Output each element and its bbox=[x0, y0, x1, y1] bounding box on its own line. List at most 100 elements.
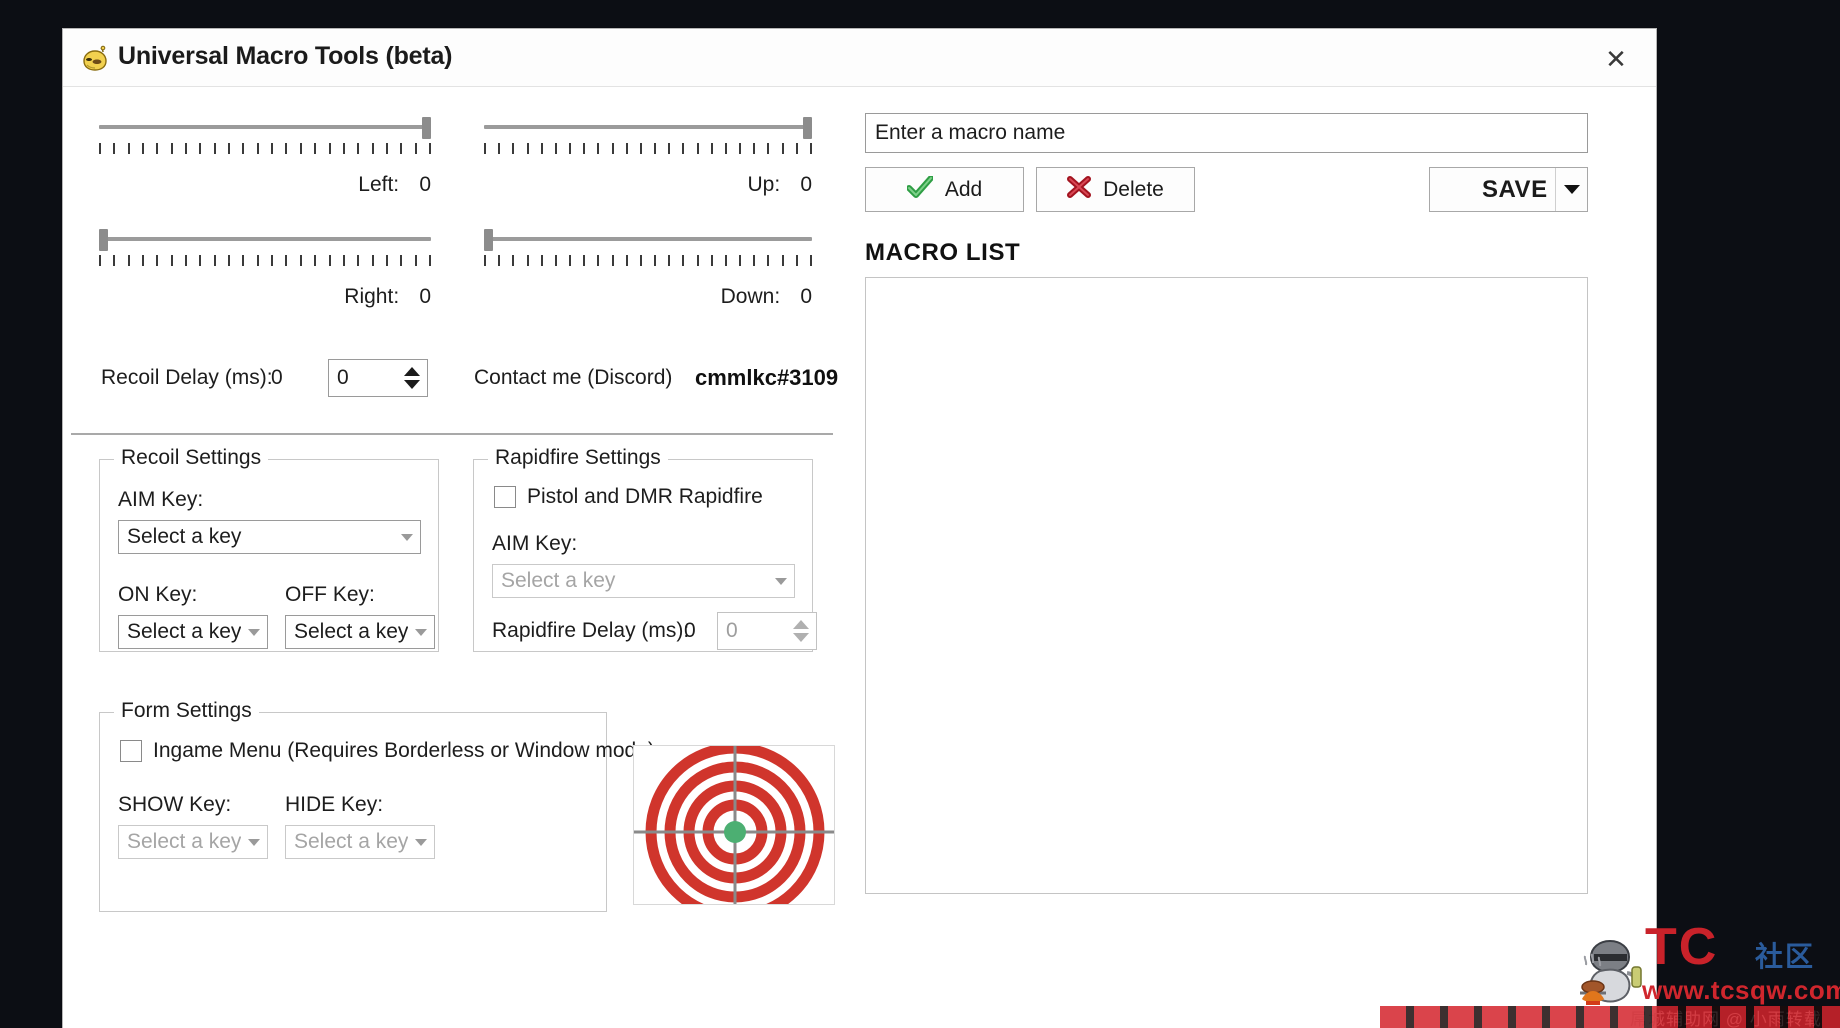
hide-key-value: Select a key bbox=[294, 830, 408, 853]
slider-up-track[interactable] bbox=[484, 125, 812, 129]
title-bar: Universal Macro Tools (beta) ✕ bbox=[63, 29, 1656, 87]
slider-left-label: Left: bbox=[358, 173, 400, 196]
chevron-down-icon[interactable] bbox=[768, 577, 794, 585]
checkbox-box[interactable] bbox=[494, 486, 516, 508]
recoil-aim-key-label: AIM Key: bbox=[118, 488, 204, 511]
close-icon[interactable]: ✕ bbox=[1586, 37, 1646, 81]
slider-down-value: 0 bbox=[800, 285, 812, 308]
rapidfire-delay-stepper[interactable]: 0 bbox=[717, 612, 817, 650]
show-key-select[interactable]: Select a key bbox=[118, 825, 268, 859]
recoil-delay-stepper[interactable]: 0 bbox=[328, 359, 428, 397]
pistol-dmr-rapidfire-label: Pistol and DMR Rapidfire bbox=[527, 485, 763, 508]
recoil-on-key-label: ON Key: bbox=[118, 583, 198, 606]
watermark-strip bbox=[1380, 1006, 1840, 1028]
macro-list[interactable] bbox=[865, 277, 1588, 894]
checkbox-box[interactable] bbox=[120, 740, 142, 762]
slider-right-value: 0 bbox=[419, 285, 431, 308]
recoil-settings-title: Recoil Settings bbox=[114, 446, 269, 470]
slider-down-label: Down: bbox=[720, 285, 781, 308]
slider-left-value: 0 bbox=[419, 173, 431, 196]
watermark-url: www.tcsqw.com bbox=[1642, 975, 1840, 1005]
slider-right-track[interactable] bbox=[99, 237, 431, 241]
recoil-aim-key-select[interactable]: Select a key bbox=[118, 520, 421, 554]
macro-list-title: MACRO LIST bbox=[865, 239, 1021, 266]
ingame-menu-checkbox[interactable]: Ingame Menu (Requires Borderless or Wind… bbox=[120, 739, 655, 763]
chevron-down-icon[interactable] bbox=[241, 628, 267, 636]
ingame-menu-label: Ingame Menu (Requires Borderless or Wind… bbox=[153, 739, 655, 762]
page-title: Universal Macro Tools (beta) bbox=[118, 42, 453, 70]
slider-up-readout: Up: 0 bbox=[747, 173, 812, 197]
slider-left-thumb[interactable] bbox=[422, 117, 431, 139]
slider-left-ticks bbox=[99, 143, 431, 156]
hide-key-select[interactable]: Select a key bbox=[285, 825, 435, 859]
slider-right-label: Right: bbox=[344, 285, 400, 308]
slider-down-readout: Down: 0 bbox=[721, 285, 812, 309]
chevron-down-icon[interactable] bbox=[408, 628, 434, 636]
rapidfire-settings-title: Rapidfire Settings bbox=[488, 446, 668, 470]
recoil-off-key-label: OFF Key: bbox=[285, 583, 375, 606]
green-check-icon bbox=[905, 174, 934, 204]
recoil-settings-group: Recoil Settings AIM Key: Select a key ON… bbox=[99, 446, 439, 652]
recoil-aim-key-value: Select a key bbox=[127, 525, 242, 548]
slider-down-track[interactable] bbox=[484, 237, 812, 241]
save-button-label: SAVE bbox=[1482, 175, 1548, 203]
pistol-dmr-rapidfire-checkbox[interactable]: Pistol and DMR Rapidfire bbox=[494, 485, 763, 509]
delete-macro-label: Delete bbox=[1103, 177, 1164, 201]
hide-key-label: HIDE Key: bbox=[285, 793, 384, 816]
recoil-on-key-select[interactable]: Select a key bbox=[118, 615, 268, 649]
slider-up-value: 0 bbox=[800, 173, 812, 196]
slider-right-readout: Right: 0 bbox=[344, 285, 431, 309]
rapidfire-delay-label: Rapidfire Delay (ms): bbox=[492, 619, 690, 642]
recoil-on-key-value: Select a key bbox=[127, 620, 241, 643]
watermark-brand-cn: 社区 bbox=[1755, 941, 1816, 972]
show-key-value: Select a key bbox=[127, 830, 241, 853]
recoil-off-key-select[interactable]: Select a key bbox=[285, 615, 435, 649]
slider-down-ticks bbox=[484, 255, 812, 268]
red-x-icon bbox=[1067, 175, 1092, 204]
recoil-delay-spin-arrows[interactable] bbox=[397, 360, 427, 396]
discord-handle: cmmlkc#3109 bbox=[695, 365, 839, 390]
rapidfire-aim-key-label: AIM Key: bbox=[492, 532, 578, 555]
recoil-delay-label: Recoil Delay (ms): bbox=[101, 366, 273, 389]
crosshair-target-icon bbox=[633, 745, 835, 905]
section-divider bbox=[71, 433, 833, 435]
slider-right-thumb[interactable] bbox=[99, 229, 108, 251]
watermark-brand: TC bbox=[1645, 918, 1719, 976]
chevron-down-icon[interactable] bbox=[408, 838, 434, 846]
slider-right-ticks bbox=[99, 255, 431, 268]
application-window: Universal Macro Tools (beta) ✕ Left: 0 U… bbox=[62, 28, 1657, 1028]
slider-up-thumb[interactable] bbox=[803, 117, 812, 139]
save-button[interactable]: SAVE bbox=[1429, 167, 1588, 212]
slider-up-ticks bbox=[484, 143, 812, 156]
chick-icon bbox=[81, 45, 109, 73]
rapidfire-delay-input[interactable]: 0 bbox=[718, 619, 786, 643]
spinner-down-icon[interactable] bbox=[793, 633, 809, 642]
contact-label: Contact me (Discord) bbox=[474, 366, 673, 389]
chevron-down-icon[interactable] bbox=[1563, 185, 1580, 194]
recoil-off-key-value: Select a key bbox=[294, 620, 408, 643]
slider-left-readout: Left: 0 bbox=[358, 173, 431, 197]
rapidfire-aim-key-value: Select a key bbox=[501, 569, 616, 592]
desktop-background: Universal Macro Tools (beta) ✕ Left: 0 U… bbox=[0, 0, 1840, 1028]
recoil-delay-input[interactable]: 0 bbox=[329, 366, 397, 390]
chevron-down-icon[interactable] bbox=[394, 533, 420, 541]
spinner-up-icon[interactable] bbox=[404, 367, 420, 376]
spinner-down-icon[interactable] bbox=[404, 380, 420, 389]
rapidfire-settings-group: Rapidfire Settings Pistol and DMR Rapidf… bbox=[473, 446, 817, 652]
delete-macro-button[interactable]: Delete bbox=[1036, 167, 1195, 212]
form-settings-group: Form Settings Ingame Menu (Requires Bord… bbox=[99, 699, 655, 912]
spinner-up-icon[interactable] bbox=[793, 620, 809, 629]
slider-up-label: Up: bbox=[747, 173, 781, 196]
chevron-down-icon[interactable] bbox=[241, 838, 267, 846]
recoil-delay-display-value: 0 bbox=[271, 366, 283, 389]
slider-down-thumb[interactable] bbox=[484, 229, 493, 251]
rapidfire-delay-spin-arrows[interactable] bbox=[786, 613, 816, 649]
rapidfire-delay-display-value: 0 bbox=[684, 619, 696, 642]
rapidfire-aim-key-select[interactable]: Select a key bbox=[492, 564, 795, 598]
add-macro-label: Add bbox=[944, 177, 983, 201]
slider-left-track[interactable] bbox=[99, 125, 431, 129]
add-macro-button[interactable]: Add bbox=[865, 167, 1024, 212]
show-key-label: SHOW Key: bbox=[118, 793, 232, 816]
save-dropdown-toggle[interactable] bbox=[1555, 168, 1587, 211]
macro-name-input[interactable] bbox=[865, 113, 1588, 153]
